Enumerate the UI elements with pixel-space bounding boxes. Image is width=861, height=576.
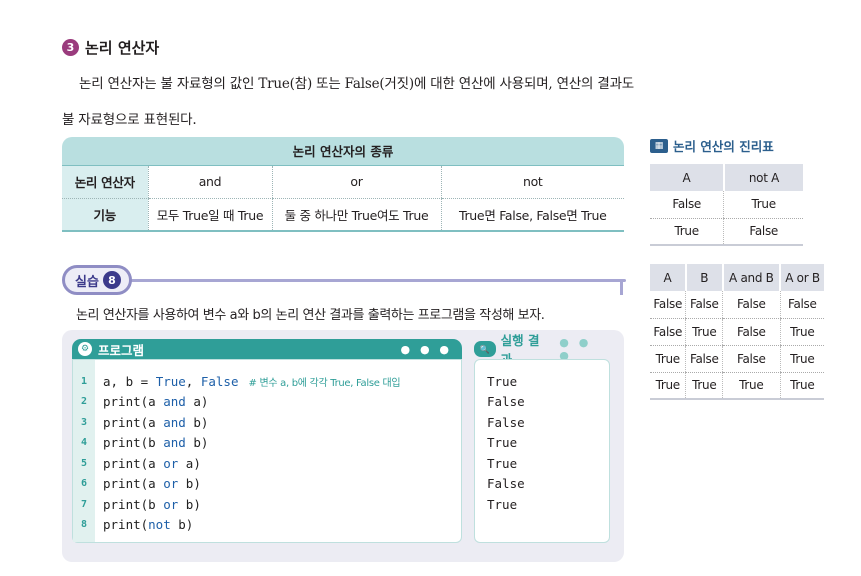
table-cell: True xyxy=(650,345,686,373)
code-line: 8 print(not b) xyxy=(73,515,193,535)
code-line: 1 a, b = True, False # 변수 a, b에 각각 True, F… xyxy=(73,371,401,391)
column-header: A xyxy=(650,164,724,191)
code-line: 5 print(a or a) xyxy=(73,453,201,473)
table-cell: True면 False, False면 True xyxy=(440,198,624,232)
code-text: a, b = True, False xyxy=(103,373,239,389)
code-text: print(a or a) xyxy=(103,455,201,471)
table-row: 논리 연산자 and or not xyxy=(62,164,624,199)
practice-number: 8 xyxy=(102,271,121,289)
table-row: False True xyxy=(650,191,803,219)
code-line: 2 print(a and a) xyxy=(73,392,208,412)
program-dots: ● ● ● xyxy=(400,342,452,356)
table-cell: True xyxy=(779,318,824,346)
line-number: 8 xyxy=(80,519,88,530)
table-caption: 논리 연산자의 종류 xyxy=(62,137,624,165)
section-heading: 3 논리 연산자 xyxy=(62,37,159,58)
code-text: print(not b) xyxy=(103,517,194,532)
code-text: print(a and a) xyxy=(103,394,209,409)
line-number: 4 xyxy=(80,437,88,448)
table-cell: 둘 중 하나만 True여도 True xyxy=(271,198,441,232)
not-truth-table: Anot A False True True False xyxy=(650,164,803,246)
table-row: True False False True xyxy=(650,345,824,373)
practice-description: 논리 연산자를 사용하여 변수 a와 b의 논리 연산 결과를 출력하는 프로그… xyxy=(76,308,545,323)
table-cell: True xyxy=(650,218,724,246)
table-cell: False xyxy=(685,291,723,319)
line-number: 7 xyxy=(80,498,88,510)
result-line: True xyxy=(487,455,518,471)
practice-divider xyxy=(120,279,626,282)
section-body-text: 논리 연산자는 불 자료형의 값인 True(참) 또는 False(거짓)에 … xyxy=(62,76,635,128)
result-output: True False False True True False True xyxy=(474,359,610,543)
sidebar-title: ▦ 논리 연산의 진리표 xyxy=(650,136,774,155)
result-line: True xyxy=(487,435,518,450)
line-number: 2 xyxy=(80,396,88,407)
table-cell: not xyxy=(440,164,624,199)
magnifier-icon: 🔍 xyxy=(474,341,496,357)
row-header: 기능 xyxy=(62,198,148,232)
code-text: print(a or b) xyxy=(103,476,201,491)
code-line: 3 print(a and b) xyxy=(73,412,208,432)
table-row: True False xyxy=(650,218,803,246)
line-number: 1 xyxy=(80,375,88,387)
truth-table-icon: ▦ xyxy=(650,138,668,153)
table-cell: and xyxy=(147,164,272,199)
code-comment: # 변수 a, b에 각각 True, False 대입 xyxy=(248,377,401,389)
table-cell: True xyxy=(685,318,723,346)
table-row: False True False True xyxy=(650,318,824,346)
table-cell: False xyxy=(650,291,686,319)
table-cell: True xyxy=(723,191,803,219)
column-header: B xyxy=(684,264,723,291)
table-cell: or xyxy=(271,164,441,199)
line-number: 6 xyxy=(80,478,88,489)
practice-divider-end xyxy=(620,279,623,295)
column-header: A xyxy=(650,264,686,291)
result-line: False xyxy=(487,414,525,430)
row-header: 논리 연산자 xyxy=(62,164,148,199)
line-number: 3 xyxy=(80,416,88,428)
practice-badge: 실습 8 xyxy=(62,265,132,295)
table-cell: True xyxy=(779,372,824,400)
code-line: 6 print(a or b) xyxy=(73,474,201,494)
table-cell: False xyxy=(722,345,781,373)
line-number: 5 xyxy=(80,457,88,469)
table-cell: True xyxy=(722,372,781,400)
code-text: print(b and b) xyxy=(103,435,209,450)
column-header: A and B xyxy=(721,264,781,291)
section-title: 논리 연산자 xyxy=(85,39,160,57)
column-header: A or B xyxy=(779,264,824,291)
sidebar-title-text: 논리 연산의 진리표 xyxy=(673,139,774,154)
program-header: ⚙ 프로그램 ● ● ● xyxy=(72,339,462,359)
code-line: 7 print(b or b) xyxy=(73,494,201,514)
result-header: 🔍 실행 결과 ● ● ● xyxy=(474,333,610,367)
code-editor: 1 a, b = True, False # 변수 a, b에 각각 True, F… xyxy=(72,359,462,543)
section-number-badge: 3 xyxy=(62,39,79,56)
table-cell: False xyxy=(650,191,724,219)
gear-icon: ⚙ xyxy=(78,342,92,356)
code-text: print(a and b) xyxy=(103,414,209,430)
code-line: 4 print(b and b) xyxy=(73,433,208,453)
logical-operators-table: 논리 연산자의 종류 논리 연산자 and or not 기능 모두 True일… xyxy=(62,137,624,232)
program-title: 프로그램 xyxy=(98,342,145,358)
table-cell: False xyxy=(779,291,824,319)
table-cell: True xyxy=(650,372,686,400)
result-line: False xyxy=(487,394,525,409)
table-row: True True True True xyxy=(650,372,824,400)
table-cell: 모두 True일 때 True xyxy=(147,198,272,232)
table-cell: True xyxy=(779,345,824,373)
result-line: False xyxy=(487,476,525,491)
column-header: not A xyxy=(722,164,803,191)
table-cell: False xyxy=(722,291,781,319)
result-line: True xyxy=(487,373,518,389)
result-line: True xyxy=(487,496,518,512)
table-cell: False xyxy=(650,318,686,346)
table-cell: False xyxy=(722,318,781,346)
table-row: False False False False xyxy=(650,291,824,319)
practice-label: 실습 xyxy=(75,274,99,290)
and-or-truth-table: ABA and BA or B False False False False False… xyxy=(650,264,824,400)
table-cell: True xyxy=(685,372,723,400)
table-row: 기능 모두 True일 때 True 둘 중 하나만 True여도 True T… xyxy=(62,198,624,232)
table-cell: False xyxy=(723,218,803,246)
code-text: print(b or b) xyxy=(103,496,201,512)
table-cell: False xyxy=(685,345,723,373)
